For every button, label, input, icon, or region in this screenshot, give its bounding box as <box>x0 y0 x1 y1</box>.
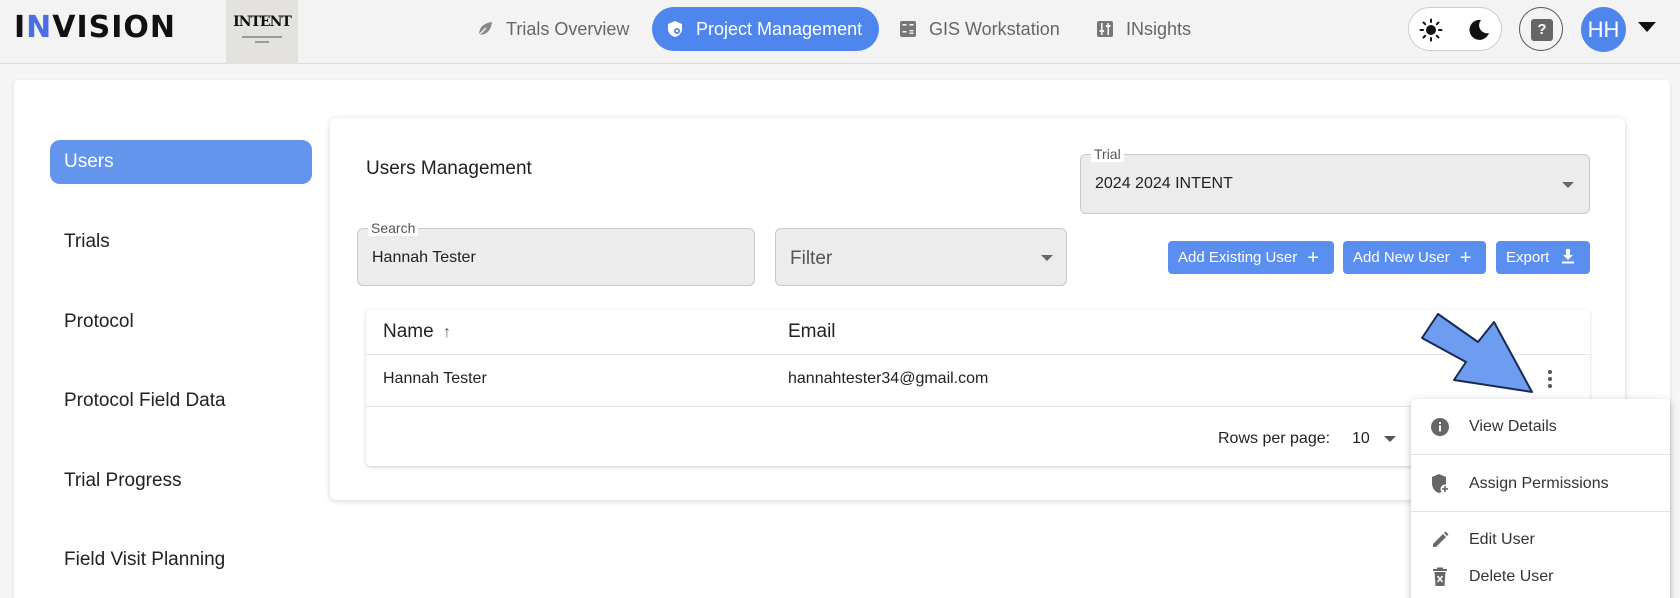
sidebar-item-protocol-field-data[interactable]: Protocol Field Data <box>50 379 312 423</box>
cell-email: hannahtester34@gmail.com <box>788 370 989 387</box>
sort-arrow-icon[interactable]: ↑ <box>443 324 451 341</box>
sliders-icon <box>1096 20 1114 38</box>
sidebar-item-label: Trial Progress <box>64 470 182 491</box>
menu-divider <box>1411 454 1670 455</box>
column-header-email[interactable]: Email <box>788 321 836 343</box>
menu-item-delete-user[interactable]: Delete User <box>1411 557 1670 597</box>
column-label: Name <box>383 321 434 342</box>
leaf-icon <box>476 20 494 38</box>
org-logo-rule <box>242 36 282 38</box>
add-existing-user-button[interactable]: Add Existing User + <box>1168 241 1334 274</box>
row-divider <box>366 406 1590 407</box>
trial-label: Trial <box>1091 146 1124 162</box>
invision-logo[interactable]: INVISION <box>14 10 176 45</box>
avatar-initials: HH <box>1587 16 1620 42</box>
search-label: Search <box>368 220 419 236</box>
sidebar-item-users[interactable]: Users <box>50 140 312 184</box>
menu-divider <box>1411 511 1670 512</box>
nav-label: Trials Overview <box>506 18 630 39</box>
filter-placeholder: Filter <box>790 248 833 269</box>
rows-per-page-label: Rows per page: <box>1218 430 1331 447</box>
users-table: Name ↑ Email Hannah Tester hannahtester3… <box>366 310 1590 466</box>
menu-item-edit-user[interactable]: Edit User <box>1411 520 1670 560</box>
rows-per-page-value: 10 <box>1352 430 1370 447</box>
moon-icon[interactable] <box>1467 18 1491 47</box>
nav-project-management[interactable]: Project Management <box>652 7 879 51</box>
annotation-arrow-icon <box>1420 312 1560 407</box>
plus-icon: + <box>1307 246 1319 269</box>
menu-item-assign-permissions[interactable]: Assign Permissions <box>1411 464 1670 504</box>
row-actions-menu: View Details Assign Permissions Edit Use… <box>1411 399 1670 598</box>
sidebar-item-field-visit-planning[interactable]: Field Visit Planning <box>50 538 312 582</box>
caret-down-icon <box>1041 255 1053 261</box>
button-label: Add New User <box>1353 249 1450 266</box>
nav-label: GIS Workstation <box>929 18 1060 39</box>
export-button[interactable]: Export <box>1496 241 1590 274</box>
trial-value: 2024 2024 INTENT <box>1095 175 1233 192</box>
plus-icon: + <box>1459 246 1472 269</box>
rows-per-page-select[interactable]: 10 <box>1352 430 1397 448</box>
pencil-icon <box>1429 529 1451 551</box>
avatar[interactable]: HH <box>1581 7 1626 52</box>
trash-icon <box>1429 566 1451 588</box>
sidebar-item-trial-progress[interactable]: Trial Progress <box>50 459 312 503</box>
shield-gear-icon <box>666 20 684 38</box>
search-value: Hannah Tester <box>372 249 476 266</box>
logo-letter-i: I <box>14 10 27 45</box>
button-label: Add Existing User <box>1178 249 1298 266</box>
add-new-user-button[interactable]: Add New User + <box>1343 241 1486 274</box>
sidebar-item-label: Protocol <box>64 311 134 332</box>
org-logo-text: INTENT <box>233 14 292 30</box>
menu-item-label: Delete User <box>1469 568 1554 585</box>
cell-name: Hannah Tester <box>383 370 487 387</box>
calculator-icon <box>899 20 917 38</box>
help-icon: ? <box>1531 19 1553 41</box>
download-icon <box>1561 248 1575 268</box>
caret-down-icon[interactable] <box>1638 22 1656 32</box>
button-label: Export <box>1506 249 1550 266</box>
help-button[interactable]: ? <box>1519 7 1563 51</box>
column-header-name[interactable]: Name ↑ <box>383 321 451 343</box>
nav-label: Project Management <box>696 18 863 39</box>
nav-trials-overview[interactable]: Trials Overview <box>462 7 643 51</box>
sidebar-item-label: Users <box>64 151 114 172</box>
trial-select[interactable]: Trial 2024 2024 INTENT <box>1080 146 1590 214</box>
caret-down-icon <box>1384 435 1397 442</box>
sidebar-item-label: Protocol Field Data <box>64 390 226 411</box>
header-divider <box>366 354 1590 355</box>
menu-item-label: View Details <box>1469 418 1557 435</box>
nav-gis-workstation[interactable]: GIS Workstation <box>885 7 1074 51</box>
sidebar-item-trials[interactable]: Trials <box>50 220 312 264</box>
menu-item-label: Edit User <box>1469 531 1535 548</box>
menu-item-label: Assign Permissions <box>1469 475 1609 492</box>
caret-down-icon <box>1562 182 1574 188</box>
search-input[interactable]: Search Hannah Tester <box>357 220 755 286</box>
logo-text-rest: VISION <box>52 10 177 45</box>
nav-label: INsights <box>1126 18 1192 39</box>
org-logo: INTENT <box>226 0 298 64</box>
page-title: Users Management <box>366 158 532 179</box>
logo-letter-n: N <box>26 10 53 45</box>
sidebar-item-label: Trials <box>64 231 110 252</box>
theme-toggle[interactable] <box>1408 7 1502 51</box>
shield-plus-icon <box>1429 473 1451 495</box>
menu-item-view-details[interactable]: View Details <box>1411 407 1670 447</box>
nav-insights[interactable]: INsights <box>1082 7 1205 51</box>
org-logo-rule-small <box>255 41 269 43</box>
sidebar-item-label: Field Visit Planning <box>64 549 226 570</box>
filter-select[interactable]: Filter <box>775 228 1067 286</box>
sidebar-item-protocol[interactable]: Protocol <box>50 300 312 344</box>
info-icon <box>1429 416 1451 438</box>
sun-icon[interactable] <box>1419 18 1443 47</box>
top-bar: INVISION INTENT Trials Overview Project … <box>0 0 1680 64</box>
